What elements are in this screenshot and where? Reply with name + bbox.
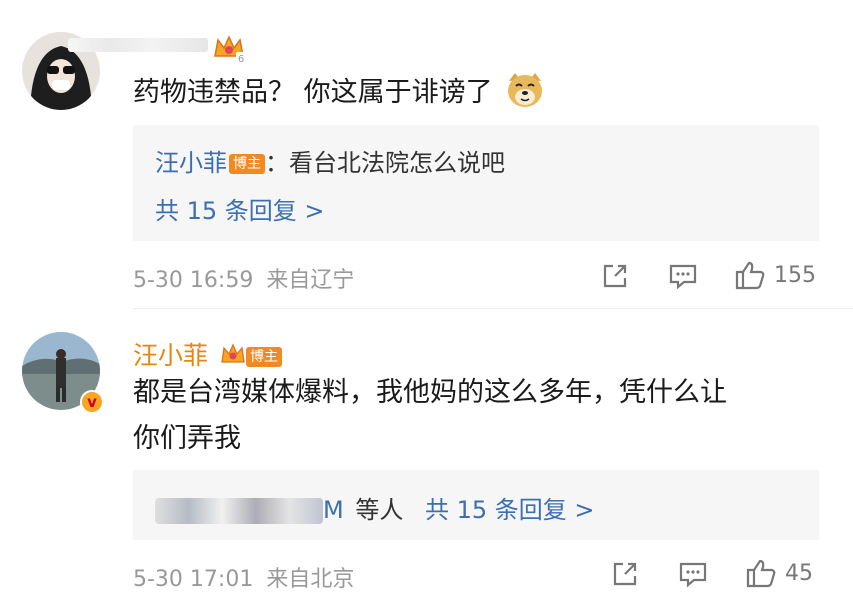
like-button[interactable]: 155 bbox=[734, 260, 816, 290]
reply-author[interactable]: 汪小菲 bbox=[155, 149, 227, 177]
username[interactable]: 汪小菲 博主 bbox=[133, 336, 282, 372]
like-icon bbox=[746, 559, 776, 588]
comment-icon bbox=[669, 264, 697, 290]
reply-text: ：看台北法院怎么说吧 bbox=[265, 149, 505, 177]
comment-meta: 5-30 16:59 来自辽宁 bbox=[133, 262, 354, 294]
verified-badge-icon: v bbox=[80, 390, 104, 414]
comment-1: 6 药物违禁品？ 你这属于诽谤了 汪小菲 博主 ：看台北法院怎么说吧 共 15 条回… bbox=[0, 0, 853, 300]
crown-level: 6 bbox=[238, 54, 244, 64]
comment-body: 药物违禁品？ 你这属于诽谤了 bbox=[133, 77, 493, 108]
like-button[interactable]: 45 bbox=[745, 558, 813, 588]
comment-2: v 汪小菲 博主 都是台湾媒体爆料，我他妈的这么多年，凭什么让 你们弄我 M 等… bbox=[0, 310, 853, 594]
username-text[interactable]: 汪小菲 bbox=[133, 341, 208, 370]
comment-button[interactable] bbox=[668, 262, 698, 290]
comment-icon bbox=[679, 562, 707, 588]
owner-badge: 博主 bbox=[245, 347, 282, 367]
comment-text: 都是台湾媒体爆料，我他妈的这么多年，凭什么让 你们弄我 bbox=[133, 370, 727, 462]
comment-button[interactable] bbox=[678, 560, 708, 588]
divider bbox=[133, 308, 853, 309]
crown-icon: 6 bbox=[214, 35, 246, 64]
timestamp: 5-30 17:01 bbox=[133, 567, 254, 592]
comment-meta: 5-30 17:01 来自北京 bbox=[133, 561, 354, 593]
like-count: 155 bbox=[774, 262, 816, 288]
location: 来自辽宁 bbox=[266, 268, 355, 293]
share-icon bbox=[603, 264, 627, 288]
username-blurred[interactable] bbox=[68, 38, 208, 52]
reply-box[interactable]: 汪小菲 博主 ：看台北法院怎么说吧 共 15 条回复 > bbox=[133, 125, 819, 241]
reply-preview: 汪小菲 博主 ：看台北法院怎么说吧 bbox=[155, 143, 505, 178]
comment-body-line1: 都是台湾媒体爆料，我他妈的这么多年，凭什么让 bbox=[133, 377, 727, 408]
share-button[interactable] bbox=[611, 560, 639, 588]
reply-author-suffix[interactable]: M bbox=[323, 496, 344, 524]
share-button[interactable] bbox=[601, 262, 629, 290]
share-icon bbox=[613, 562, 637, 586]
reply-box[interactable]: M 等人 共 15 条回复 > bbox=[133, 470, 819, 540]
blurred-usernames[interactable] bbox=[155, 498, 323, 524]
location: 来自北京 bbox=[266, 567, 355, 592]
comment-text: 药物违禁品？ 你这属于诽谤了 bbox=[133, 70, 545, 116]
reply-count-link[interactable]: 共 15 条回复 > bbox=[425, 496, 595, 524]
reply-count-link[interactable]: 共 15 条回复 > bbox=[155, 191, 325, 226]
like-count: 45 bbox=[785, 560, 813, 586]
timestamp: 5-30 16:59 bbox=[133, 268, 254, 293]
comment-body-line2: 你们弄我 bbox=[133, 423, 241, 454]
reply-summary: M 等人 共 15 条回复 > bbox=[155, 490, 595, 525]
owner-badge: 博主 bbox=[229, 154, 265, 174]
doge-emoji bbox=[508, 73, 543, 107]
crown-icon bbox=[221, 343, 245, 363]
like-icon bbox=[735, 261, 765, 290]
others-text: 等人 bbox=[355, 496, 404, 524]
